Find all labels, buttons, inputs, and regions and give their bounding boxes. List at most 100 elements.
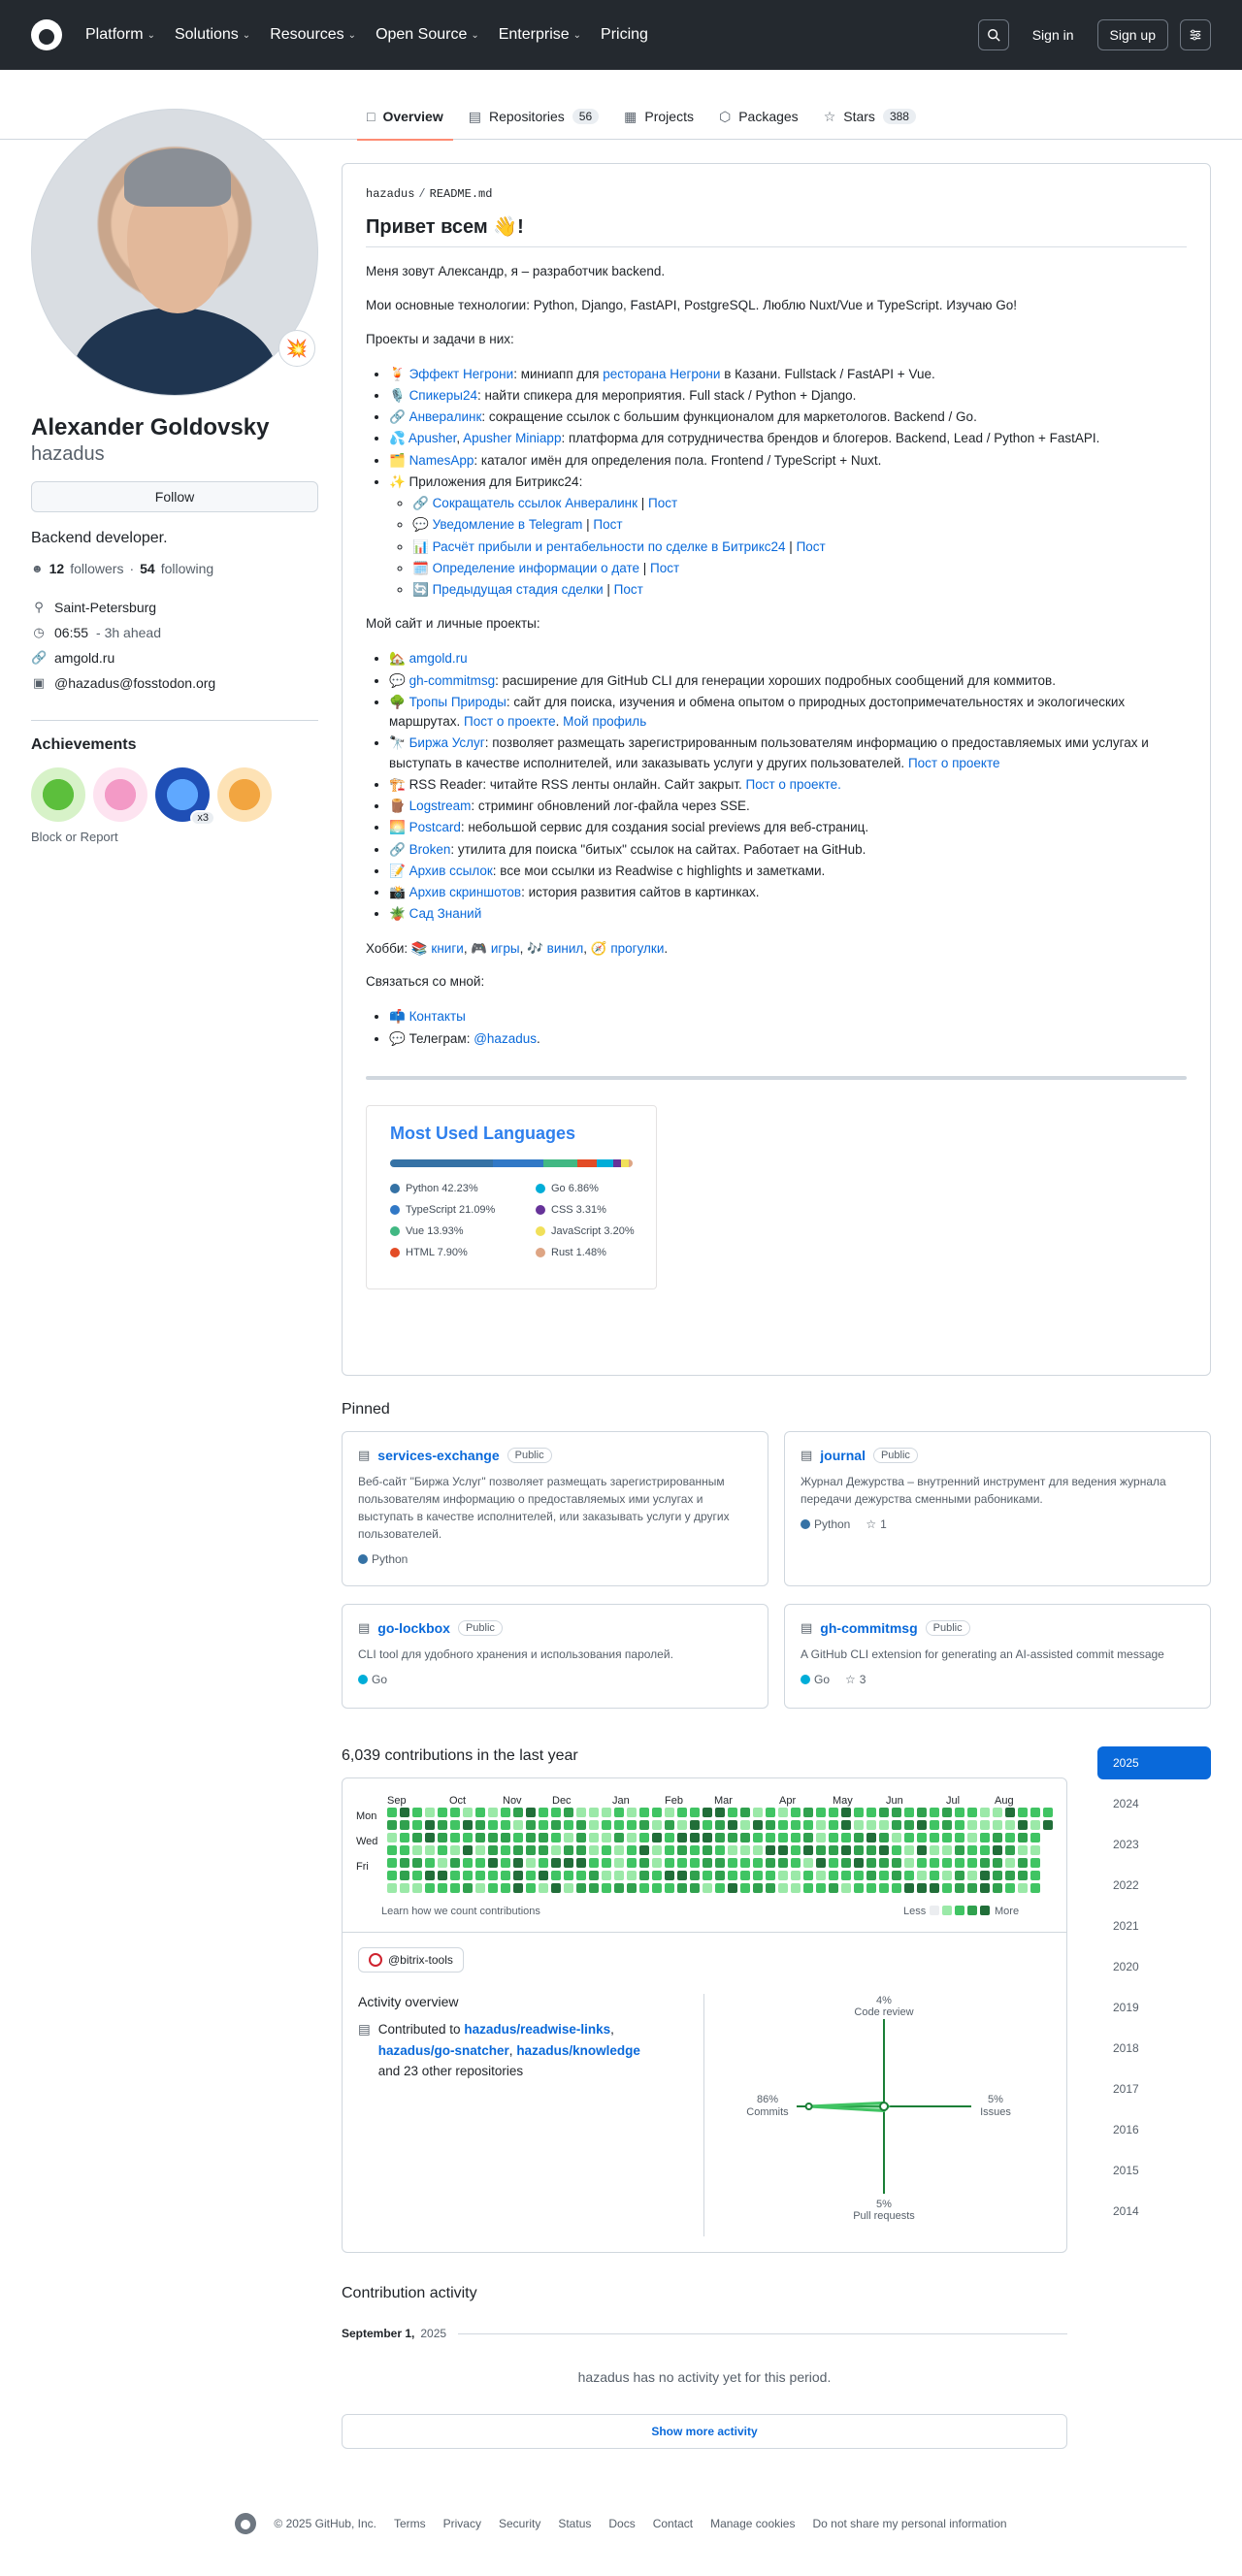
contribution-day[interactable] xyxy=(841,1820,851,1830)
post-link[interactable]: Пост xyxy=(593,517,622,532)
contribution-day[interactable] xyxy=(639,1845,649,1855)
contribution-day[interactable] xyxy=(425,1858,435,1868)
contribution-day[interactable] xyxy=(412,1858,422,1868)
contribution-day[interactable] xyxy=(677,1833,687,1842)
contribution-day[interactable] xyxy=(866,1871,876,1880)
contribution-day[interactable] xyxy=(551,1871,561,1880)
contribution-day[interactable] xyxy=(387,1845,397,1855)
contribution-day[interactable] xyxy=(930,1883,939,1893)
contribution-day[interactable] xyxy=(930,1871,939,1880)
contribution-day[interactable] xyxy=(602,1833,611,1842)
contribution-day[interactable] xyxy=(879,1858,889,1868)
contribution-day[interactable] xyxy=(488,1871,498,1880)
contribution-day[interactable] xyxy=(866,1883,876,1893)
contribution-day[interactable] xyxy=(412,1833,422,1842)
contribution-day[interactable] xyxy=(450,1883,460,1893)
year-link[interactable]: 2018 xyxy=(1097,2032,1211,2065)
contribution-day[interactable] xyxy=(1018,1871,1028,1880)
contribution-day[interactable] xyxy=(715,1883,725,1893)
contribution-day[interactable] xyxy=(652,1820,662,1830)
contribution-day[interactable] xyxy=(450,1820,460,1830)
contribution-day[interactable] xyxy=(1005,1820,1015,1830)
contribution-day[interactable] xyxy=(602,1871,611,1880)
contribution-day[interactable] xyxy=(715,1871,725,1880)
hobby-link[interactable]: 🧭 прогулки xyxy=(591,941,665,956)
contribution-day[interactable] xyxy=(690,1858,700,1868)
bitrix-app-link[interactable]: Сокращатель ссылок Анвералинк xyxy=(433,496,637,510)
personal-project-link[interactable]: Postcard xyxy=(409,820,461,834)
contribution-day[interactable] xyxy=(539,1808,548,1817)
contribution-day[interactable] xyxy=(715,1820,725,1830)
contribution-day[interactable] xyxy=(425,1820,435,1830)
contacts-link[interactable]: Контакты xyxy=(409,1009,466,1024)
personal-project-link[interactable]: Тропы Природы xyxy=(409,695,507,709)
contribution-day[interactable] xyxy=(627,1883,637,1893)
contribution-day[interactable] xyxy=(475,1883,485,1893)
contribution-day[interactable] xyxy=(589,1845,599,1855)
contribution-day[interactable] xyxy=(475,1858,485,1868)
contribution-day[interactable] xyxy=(753,1871,763,1880)
contribution-day[interactable] xyxy=(803,1820,813,1830)
contribution-day[interactable] xyxy=(589,1833,599,1842)
contribution-day[interactable] xyxy=(463,1883,473,1893)
contribution-day[interactable] xyxy=(904,1858,914,1868)
contribution-day[interactable] xyxy=(892,1808,901,1817)
contribution-day[interactable] xyxy=(728,1820,737,1830)
contribution-day[interactable] xyxy=(904,1845,914,1855)
tab-stars[interactable]: ☆ Stars 388 xyxy=(814,93,926,140)
contribution-day[interactable] xyxy=(766,1808,775,1817)
following-label[interactable]: following xyxy=(161,561,213,576)
contribution-day[interactable] xyxy=(450,1871,460,1880)
contribution-day[interactable] xyxy=(753,1808,763,1817)
contribution-day[interactable] xyxy=(627,1858,637,1868)
contribution-day[interactable] xyxy=(602,1858,611,1868)
year-link[interactable]: 2021 xyxy=(1097,1909,1211,1942)
contribution-day[interactable] xyxy=(400,1883,409,1893)
breadcrumb-file[interactable]: README.md xyxy=(430,187,493,201)
contribution-day[interactable] xyxy=(728,1808,737,1817)
contribution-day[interactable] xyxy=(438,1845,447,1855)
bitrix-app-link[interactable]: Определение информации о дате xyxy=(433,561,639,575)
contribution-day[interactable] xyxy=(602,1883,611,1893)
hobby-link[interactable]: 🎶 винил xyxy=(527,941,583,956)
contribution-day[interactable] xyxy=(400,1845,409,1855)
repo-link[interactable]: hazadus/knowledge xyxy=(516,2043,640,2058)
contribution-day[interactable] xyxy=(892,1820,901,1830)
contribution-day[interactable] xyxy=(753,1833,763,1842)
extra-link[interactable]: Пост о проекте xyxy=(464,714,556,729)
post-link[interactable]: Пост xyxy=(614,582,643,597)
personal-project-link[interactable]: Logstream xyxy=(409,799,472,813)
contribution-day[interactable] xyxy=(879,1871,889,1880)
contribution-day[interactable] xyxy=(803,1845,813,1855)
contribution-day[interactable] xyxy=(526,1833,536,1842)
contribution-day[interactable] xyxy=(1018,1833,1028,1842)
contribution-day[interactable] xyxy=(728,1858,737,1868)
contribution-day[interactable] xyxy=(703,1808,712,1817)
contribution-day[interactable] xyxy=(475,1845,485,1855)
contribution-day[interactable] xyxy=(1005,1808,1015,1817)
contribution-day[interactable] xyxy=(942,1808,952,1817)
contribution-day[interactable] xyxy=(955,1871,964,1880)
contribution-day[interactable] xyxy=(564,1833,573,1842)
contribution-day[interactable] xyxy=(993,1871,1002,1880)
contribution-day[interactable] xyxy=(488,1858,498,1868)
contribution-day[interactable] xyxy=(1018,1883,1028,1893)
contribution-day[interactable] xyxy=(1018,1808,1028,1817)
contribution-day[interactable] xyxy=(652,1858,662,1868)
contribution-day[interactable] xyxy=(1030,1858,1040,1868)
personal-project-link[interactable]: Сад Знаний xyxy=(409,906,482,921)
contribution-day[interactable] xyxy=(766,1833,775,1842)
contribution-day[interactable] xyxy=(967,1833,977,1842)
contribution-day[interactable] xyxy=(627,1871,637,1880)
contribution-day[interactable] xyxy=(993,1883,1002,1893)
contribution-day[interactable] xyxy=(652,1845,662,1855)
contribution-day[interactable] xyxy=(539,1820,548,1830)
contribution-day[interactable] xyxy=(425,1808,435,1817)
contribution-day[interactable] xyxy=(387,1871,397,1880)
contribution-day[interactable] xyxy=(942,1883,952,1893)
breadcrumb-user[interactable]: hazadus xyxy=(366,187,414,201)
contribution-day[interactable] xyxy=(652,1871,662,1880)
nav-item[interactable]: Open Source ⌄ xyxy=(376,26,479,44)
contribution-day[interactable] xyxy=(639,1820,649,1830)
contribution-day[interactable] xyxy=(614,1808,624,1817)
